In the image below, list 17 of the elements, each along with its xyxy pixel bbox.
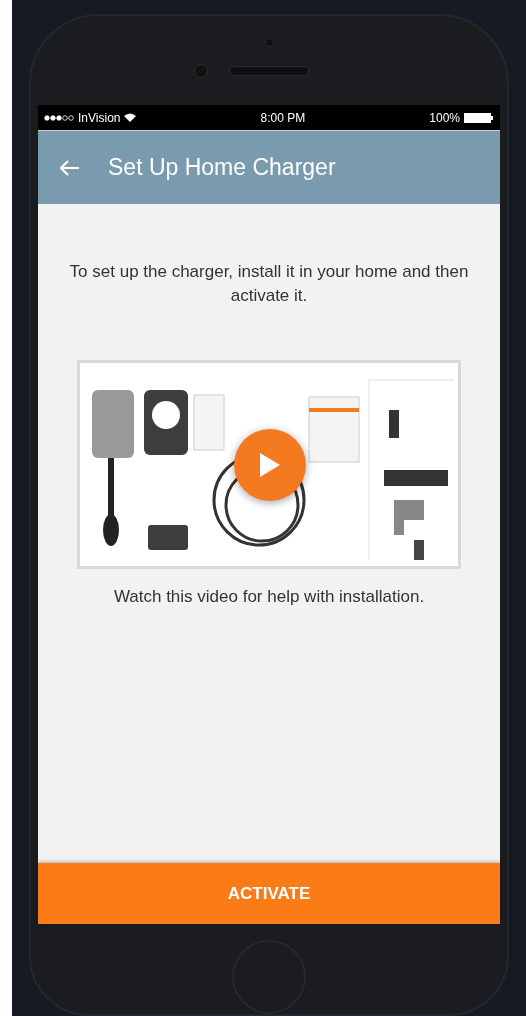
signal-icon [44,114,74,121]
back-button[interactable] [60,159,80,176]
intro-text: To set up the charger, install it in your home and then activate it. [68,261,470,307]
back-arrow-icon [60,159,80,176]
video-caption: Watch this video for help with installation. [113,587,425,607]
lens-icon [194,64,208,78]
battery-icon [464,112,494,123]
carrier-name: InVision [78,110,121,125]
activate-button[interactable]: ACTIVATE [38,863,500,924]
wifi-icon [124,113,137,122]
screen-title: Set Up Home Charger [108,154,336,181]
play-icon [258,451,282,479]
battery-level: 100% [429,110,460,125]
status-time: 8:00 PM [260,110,306,125]
speaker-icon [229,66,309,76]
camera-icon [264,38,274,47]
play-button[interactable] [234,429,306,501]
